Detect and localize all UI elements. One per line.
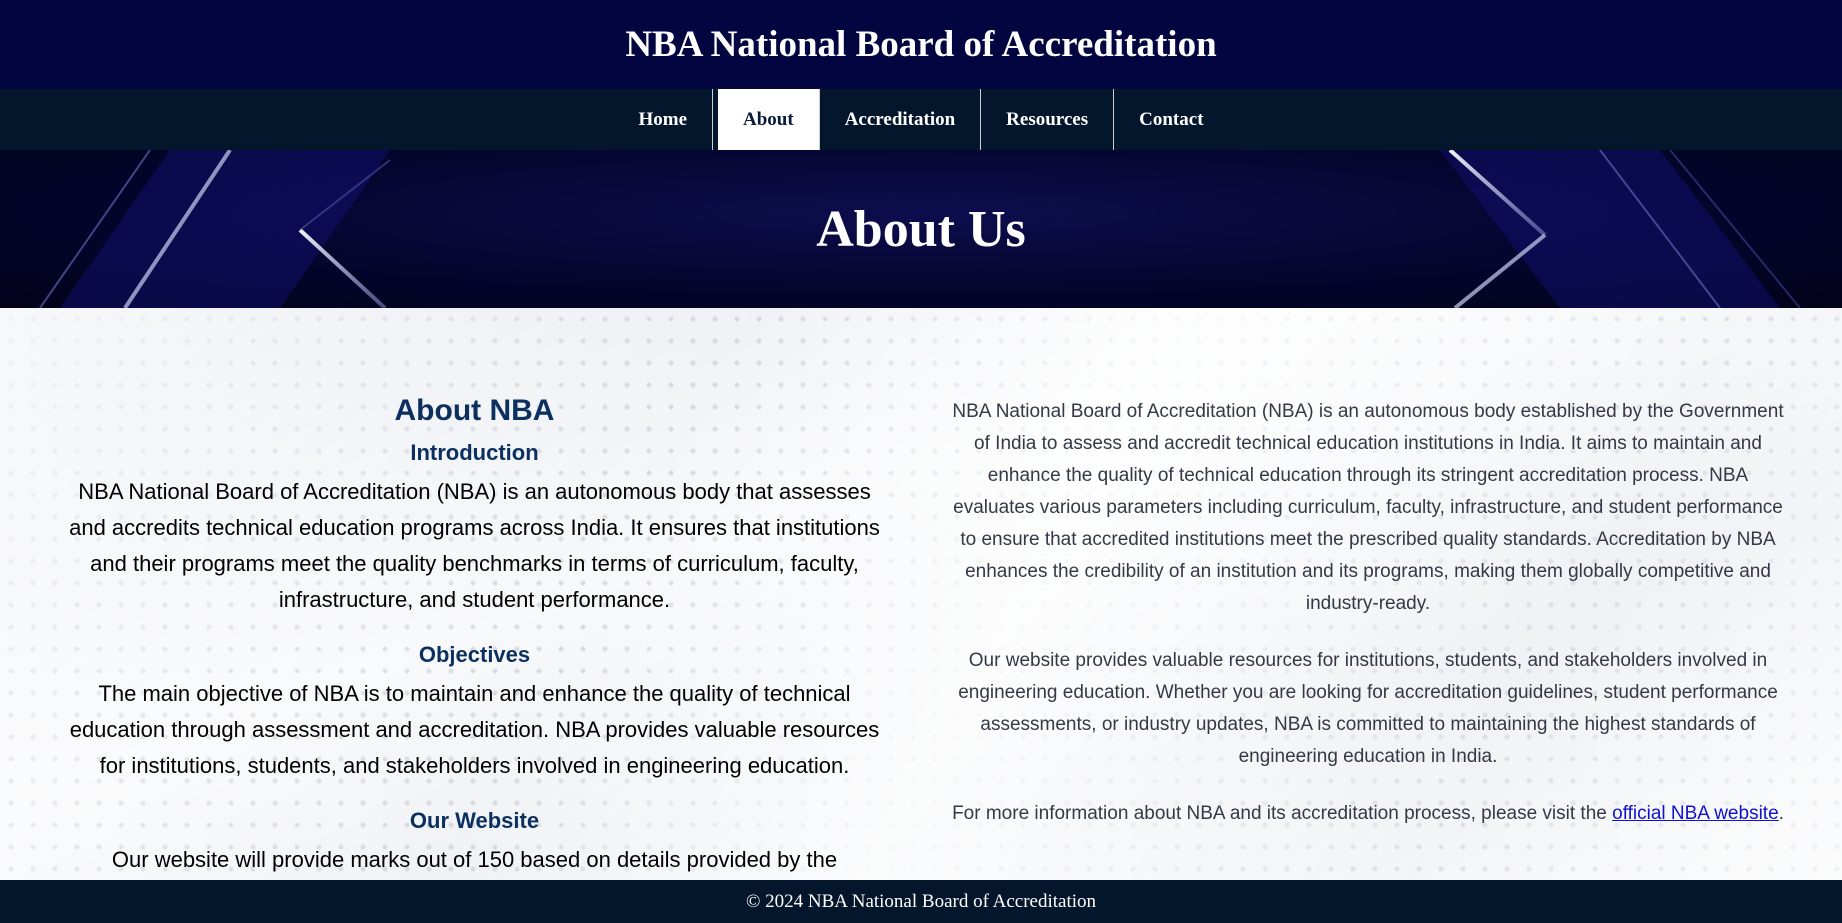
main-content: About NBA Introduction NBA National Boar… [0, 308, 1842, 880]
our-website-text: Our website will provide marks out of 15… [111, 847, 838, 872]
site-footer: © 2024 NBA National Board of Accreditati… [0, 880, 1842, 923]
site-title: NBA National Board of Accreditation [625, 24, 1217, 65]
nav-item-resources[interactable]: Resources [981, 89, 1115, 150]
objectives-heading: Objectives [418, 642, 531, 667]
more-info-prefix: For more information about NBA and its a… [952, 803, 1613, 824]
about-heading: About NBA [394, 394, 555, 427]
about-right-column: NBA National Board of Accreditation (NBA… [948, 396, 1788, 855]
our-website-heading: Our Website [409, 808, 540, 833]
main-nav: Home About Accreditation Resources Conta… [0, 89, 1842, 150]
official-nba-website-link[interactable]: official NBA website [1612, 803, 1779, 824]
objectives-text: The main objective of NBA is to maintain… [69, 681, 880, 778]
nav-item-contact[interactable]: Contact [1114, 89, 1228, 150]
site-header: NBA National Board of Accreditation [0, 0, 1842, 89]
hero-banner: About Us [0, 150, 1842, 308]
nav-item-accreditation[interactable]: Accreditation [820, 89, 982, 150]
introduction-heading: Introduction [410, 440, 539, 465]
nav-item-about[interactable]: About [718, 89, 820, 150]
nav-item-home[interactable]: Home [613, 89, 714, 150]
hero-title: About Us [816, 200, 1026, 258]
website-description: Our website provides valuable resources … [958, 650, 1778, 767]
introduction-text: NBA National Board of Accreditation (NBA… [69, 479, 880, 612]
nba-description: NBA National Board of Accreditation (NBA… [952, 401, 1784, 614]
footer-copyright: © 2024 NBA National Board of Accreditati… [745, 890, 1097, 912]
more-info-suffix: . [1778, 803, 1784, 824]
more-info-text: For more information about NBA and its a… [948, 798, 1788, 830]
about-left-column: About NBA Introduction NBA National Boar… [58, 392, 891, 880]
